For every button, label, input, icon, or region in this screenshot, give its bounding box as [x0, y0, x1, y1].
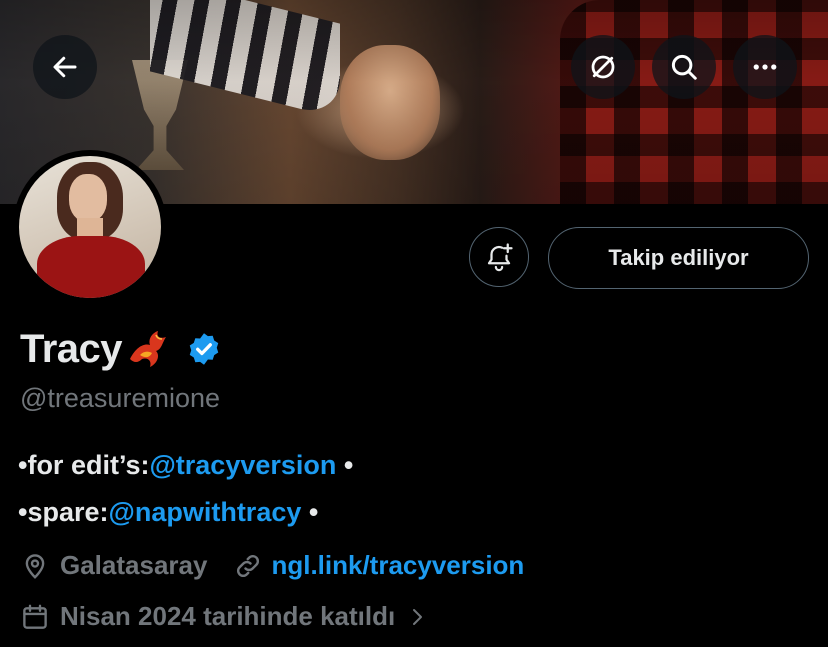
verified-badge-icon	[189, 333, 219, 365]
profile-meta-row: Galatasaray ngl.link/tracyversion	[20, 550, 524, 581]
calendar-icon	[23, 604, 47, 629]
following-button-label: Takip ediliyor	[608, 245, 749, 270]
bell-plus-icon	[487, 243, 513, 272]
profile-joined-date: Nisan 2024 tarihinde katıldı	[60, 601, 396, 631]
following-button[interactable]: Takip ediliyor	[548, 227, 809, 289]
link-icon	[237, 554, 260, 577]
arrow-left-icon	[53, 56, 77, 78]
profile-joined-row[interactable]: Nisan 2024 tarihinde katıldı	[20, 601, 429, 632]
mention-link[interactable]: @tracyversion	[149, 450, 336, 480]
avatar[interactable]	[13, 150, 167, 304]
notifications-button[interactable]	[469, 227, 529, 287]
profile-handle: @treasuremione	[20, 383, 220, 413]
search-icon	[671, 54, 697, 80]
phoenix-icon	[126, 329, 170, 369]
chevron-right-icon	[413, 608, 423, 625]
search-button[interactable]	[652, 35, 716, 99]
mention-link[interactable]: @napwithtracy	[109, 497, 302, 527]
avatar-image	[19, 156, 161, 298]
fast-forward-circle-icon	[591, 55, 615, 79]
grok-button[interactable]	[571, 35, 635, 99]
profile-name-row: Tracy	[20, 322, 222, 376]
bio-line-2: •spare:@napwithtracy •	[18, 497, 319, 527]
location-pin-icon	[25, 553, 45, 579]
profile-location: Galatasaray	[60, 550, 208, 580]
display-name: Tracy	[20, 326, 123, 371]
bio-line-1: •for edit’s:@tracyversion •	[18, 450, 354, 480]
more-icon	[753, 64, 777, 70]
more-button[interactable]	[733, 35, 797, 99]
profile-website-link[interactable]: ngl.link/tracyversion	[271, 550, 524, 581]
back-button[interactable]	[33, 35, 97, 99]
